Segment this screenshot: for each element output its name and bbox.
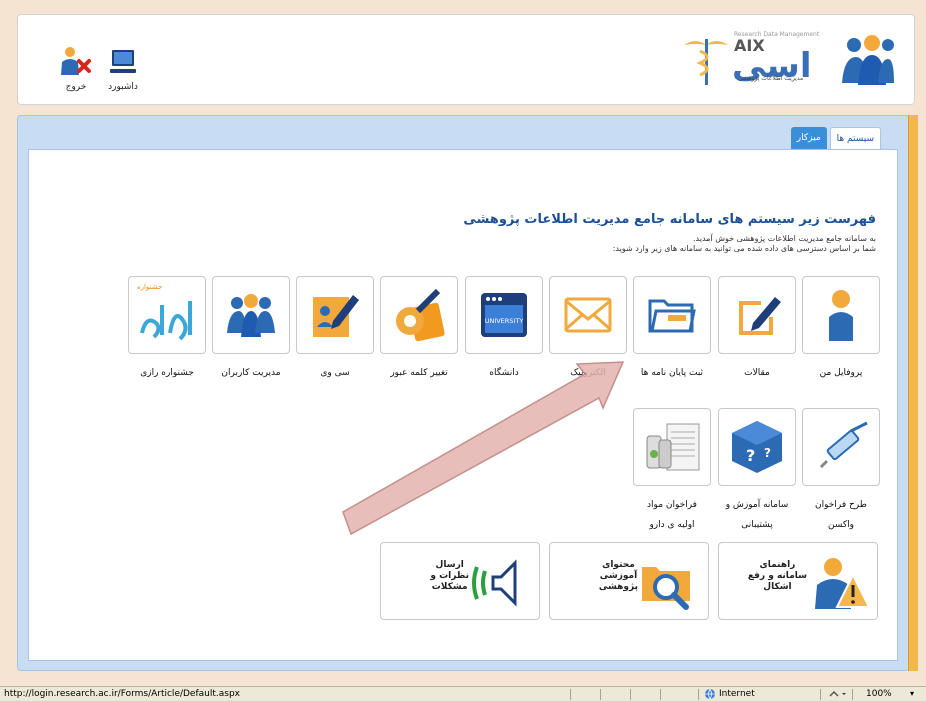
help-guide-text: راهنمای سامانه و رفع اشکال xyxy=(748,560,807,593)
tile-support-label-1: سامانه آموزش و xyxy=(725,500,789,510)
article-icon xyxy=(739,297,781,335)
content-area: فهرست زیر سیستم های سامانه جامع مدیریت ا… xyxy=(28,149,898,661)
help-warning-user-icon xyxy=(815,558,871,609)
logout-label: خروج xyxy=(65,82,87,92)
tile-drug-label-1: فراخوان مواد xyxy=(647,500,697,510)
tile-users[interactable] xyxy=(212,276,290,354)
globe-icon xyxy=(704,688,716,701)
help-guide-line-1: راهنمای xyxy=(759,560,796,570)
tab-desk[interactable]: میزکار xyxy=(790,127,827,149)
tile-vaccine[interactable] xyxy=(802,408,880,486)
header-bar: خروج داشبورد اسی AIX Research Data Manag… xyxy=(17,14,915,105)
drug-materials-icon xyxy=(646,423,700,471)
educational-content-text: محتوای آموزشی پژوهشی xyxy=(599,560,638,593)
intro-text: به سامانه جامع مدیریت اطلاعات پژوهشی خوش… xyxy=(613,234,876,254)
zoom-level[interactable]: 100% xyxy=(866,687,892,701)
vaccine-syringe-icon xyxy=(819,421,868,469)
main-panel: سیستم ها میزکار فهرست زیر سیستم های ساما… xyxy=(17,115,910,671)
dashboard-label: داشبورد xyxy=(108,82,138,92)
logo-subtitle: مدیریت اطلاعات پژوهشی xyxy=(738,75,804,82)
educational-line-3: پژوهشی xyxy=(598,582,638,592)
tile-university-label: دانشگاه xyxy=(489,368,519,378)
feedback-line-3: مشکلات xyxy=(431,582,468,592)
feedback-speaker-icon xyxy=(472,559,517,607)
intro-line-2: شما بر اساس دسترسی های داده شده می توانی… xyxy=(612,244,876,253)
intro-line-1: به سامانه جامع مدیریت اطلاعات پژوهشی خوش… xyxy=(693,234,876,243)
status-zone: Internet xyxy=(719,689,755,699)
tab-systems[interactable]: سیستم ها xyxy=(829,127,881,149)
tile-university[interactable]: UNIVERSITY xyxy=(465,276,543,354)
right-scroll-strip[interactable] xyxy=(908,115,918,671)
site-logo[interactable]: اسی AIX Research Data Management مدیریت … xyxy=(674,31,894,89)
help-guide-line-2: سامانه و رفع xyxy=(747,571,807,581)
status-separator xyxy=(660,689,661,700)
svg-text:UNIVERSITY: UNIVERSITY xyxy=(485,317,524,325)
tile-razi-label: جشنواره رازی xyxy=(140,368,194,378)
razi-logo-text: جشنواره xyxy=(137,283,163,291)
tile-profile[interactable] xyxy=(802,276,880,354)
dashboard-button[interactable]: داشبورد xyxy=(100,45,146,92)
status-separator xyxy=(698,689,699,700)
tile-razi-festival[interactable]: جشنواره xyxy=(128,276,206,354)
profile-icon xyxy=(829,290,853,341)
protected-mode-icon[interactable] xyxy=(828,688,848,701)
status-separator xyxy=(852,689,853,700)
tile-feedback[interactable]: ارسال نظرات و مشکلات xyxy=(380,542,540,620)
logo-tagline: Research Data Management xyxy=(734,31,820,38)
logout-user-icon xyxy=(61,47,91,75)
tab-bar: سیستم ها میزکار xyxy=(788,127,881,149)
tile-password[interactable] xyxy=(380,276,458,354)
page-title: فهرست زیر سیستم های سامانه جامع مدیریت ا… xyxy=(463,212,876,227)
cv-icon xyxy=(313,295,359,337)
razi-festival-logo xyxy=(140,301,192,341)
status-separator xyxy=(570,689,571,700)
tile-help-guide[interactable]: راهنمای سامانه و رفع اشکال xyxy=(718,542,878,620)
search-content-icon xyxy=(642,567,690,610)
feedback-line-1: ارسال xyxy=(435,560,464,570)
feedback-text: ارسال نظرات و مشکلات xyxy=(430,560,469,593)
tile-articles[interactable] xyxy=(718,276,796,354)
tile-support[interactable]: ? ? xyxy=(718,408,796,486)
tile-cv[interactable] xyxy=(296,276,374,354)
status-url: http://login.research.ac.ir/Forms/Articl… xyxy=(4,689,240,699)
monitor-icon xyxy=(110,50,136,73)
feedback-line-2: نظرات و xyxy=(430,571,469,581)
tile-support-label-2: پشتیبانی xyxy=(741,520,773,530)
status-separator xyxy=(600,689,601,700)
zoom-dropdown-icon[interactable]: ▾ xyxy=(910,687,914,701)
tile-electronic[interactable] xyxy=(549,276,627,354)
support-help-icon: ? ? xyxy=(732,421,782,473)
tile-educational-content[interactable]: محتوای آموزشی پژوهشی xyxy=(549,542,709,620)
logout-button[interactable]: خروج xyxy=(56,45,96,92)
status-separator xyxy=(630,689,631,700)
thesis-folder-icon xyxy=(648,299,696,333)
educational-line-1: محتوای xyxy=(602,560,635,570)
tile-drug-label-2: اولیه ی دارو xyxy=(649,520,695,530)
tile-articles-label: مقالات xyxy=(744,368,770,378)
users-icon xyxy=(227,294,275,337)
tile-thesis[interactable] xyxy=(633,276,711,354)
svg-text:AIX: AIX xyxy=(734,36,765,55)
help-guide-line-3: اشکال xyxy=(763,582,792,592)
svg-text:?: ? xyxy=(764,446,771,460)
tile-drug-materials[interactable] xyxy=(633,408,711,486)
educational-line-2: آموزشی xyxy=(599,571,638,581)
password-key-icon xyxy=(396,288,445,342)
browser-status-bar: http://login.research.ac.ir/Forms/Articl… xyxy=(0,686,926,701)
university-window-icon: UNIVERSITY xyxy=(481,293,527,337)
status-separator xyxy=(820,689,821,700)
svg-text:?: ? xyxy=(746,446,755,465)
envelope-icon xyxy=(564,297,612,333)
